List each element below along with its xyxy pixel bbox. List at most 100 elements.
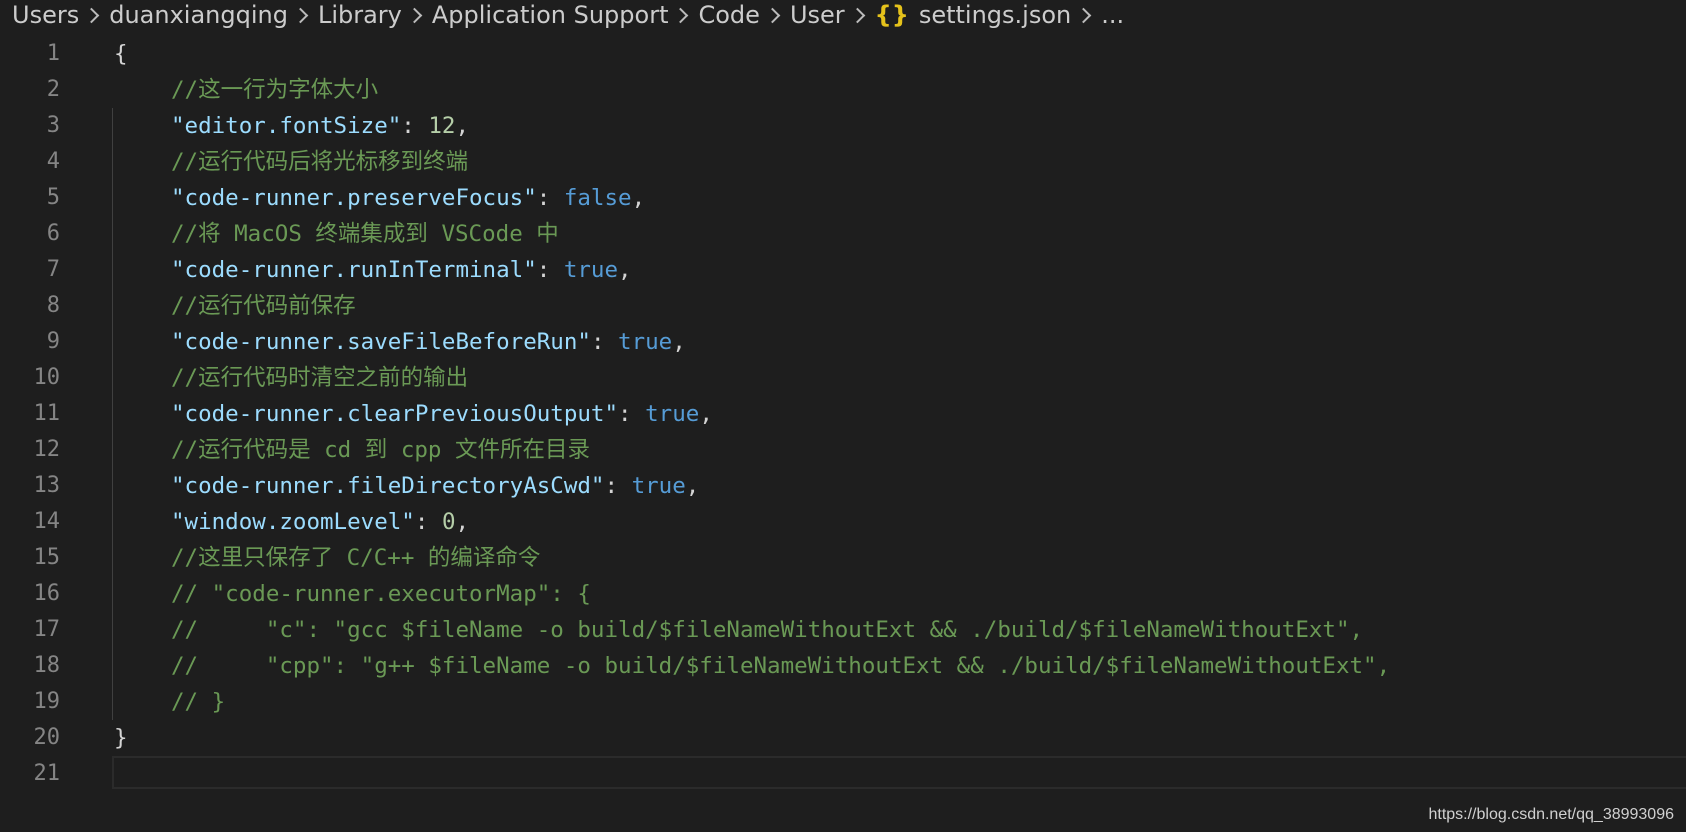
line-number: 4 xyxy=(46,149,60,174)
code-line[interactable]: 4 //运行代码后将光标移到终端 xyxy=(0,144,1686,180)
breadcrumb-item-settings-json[interactable]: settings.json xyxy=(919,1,1071,29)
line-content: // } xyxy=(171,684,225,720)
code-comment: //运行代码后将光标移到终端 xyxy=(171,149,469,175)
line-number: 17 xyxy=(33,617,61,642)
json-colon: : xyxy=(618,401,646,427)
code-line[interactable]: 11 "code-runner.clearPreviousOutput": tru… xyxy=(0,396,1686,432)
code-comment: //这里只保存了 C/C++ 的编译命令 xyxy=(171,545,541,571)
breadcrumb-item-code[interactable]: Code xyxy=(698,1,759,29)
breadcrumb-item-application-support[interactable]: Application Support xyxy=(432,1,669,29)
line-number: 10 xyxy=(33,365,61,390)
code-line[interactable]: 21 xyxy=(0,756,1686,792)
line-number: 19 xyxy=(33,689,61,714)
code-line[interactable]: 2 //这一行为字体大小 xyxy=(0,72,1686,108)
chevron-right-icon xyxy=(760,0,790,30)
json-key: "code-runner.saveFileBeforeRun" xyxy=(171,329,591,355)
watermark-url: https://blog.csdn.net/qq_38993096 xyxy=(1428,806,1674,823)
line-number: 16 xyxy=(33,581,61,606)
line-number: 15 xyxy=(33,545,61,570)
line-number: 9 xyxy=(46,329,60,354)
chevron-right-icon xyxy=(668,0,698,30)
line-number: 8 xyxy=(46,293,60,318)
json-colon: : xyxy=(414,509,442,535)
chevron-right-icon xyxy=(288,0,318,30)
json-colon: : xyxy=(536,257,564,283)
code-line[interactable]: 13 "code-runner.fileDirectoryAsCwd": true… xyxy=(0,468,1686,504)
json-value: true xyxy=(563,257,619,283)
line-content: "code-runner.saveFileBeforeRun": true, xyxy=(171,324,686,360)
breadcrumb-item-users[interactable]: Users xyxy=(12,1,79,29)
json-key: "code-runner.fileDirectoryAsCwd" xyxy=(171,473,605,499)
line-number: 7 xyxy=(46,257,60,282)
breadcrumb-item-user[interactable]: User xyxy=(790,1,845,29)
json-comma: , xyxy=(672,329,686,355)
line-number: 18 xyxy=(33,653,61,678)
json-colon: : xyxy=(604,473,632,499)
code-line[interactable]: 19 // } xyxy=(0,684,1686,720)
json-colon: : xyxy=(401,113,429,139)
json-brace: } xyxy=(114,725,128,751)
line-content: //运行代码是 cd 到 cpp 文件所在目录 xyxy=(171,432,590,468)
chevron-right-icon xyxy=(845,0,875,30)
code-line[interactable]: 5 "code-runner.preserveFocus": false, xyxy=(0,180,1686,216)
json-colon: : xyxy=(536,185,564,211)
code-line[interactable]: 18 // "cpp": "g++ $fileName -o build/$fil… xyxy=(0,648,1686,684)
json-key: "code-runner.runInTerminal" xyxy=(171,257,537,283)
code-line[interactable]: 9 "code-runner.saveFileBeforeRun": true, xyxy=(0,324,1686,360)
json-value: true xyxy=(645,401,700,427)
chevron-right-icon xyxy=(79,0,109,30)
json-key: "code-runner.clearPreviousOutput" xyxy=(171,401,619,427)
json-key: "code-runner.preserveFocus" xyxy=(171,185,537,211)
json-colon: : xyxy=(590,329,619,355)
code-comment: //将 MacOS 终端集成到 VSCode 中 xyxy=(171,221,559,247)
code-line[interactable]: 7 "code-runner.runInTerminal": true, xyxy=(0,252,1686,288)
line-content: //这一行为字体大小 xyxy=(171,72,378,108)
json-brace: { xyxy=(114,41,128,67)
line-content: // "cpp": "g++ $fileName -o build/$fileN… xyxy=(171,648,1390,684)
code-line[interactable]: 10 //运行代码时清空之前的输出 xyxy=(0,360,1686,396)
code-comment: //运行代码前保存 xyxy=(171,293,356,319)
json-value: false xyxy=(563,185,632,211)
code-line[interactable]: 1{ xyxy=(0,36,1686,72)
code-line[interactable]: 6 //将 MacOS 终端集成到 VSCode 中 xyxy=(0,216,1686,252)
code-line[interactable]: 14 "window.zoomLevel": 0, xyxy=(0,504,1686,540)
json-key: "editor.fontSize" xyxy=(171,113,402,139)
line-number: 13 xyxy=(33,473,61,498)
breadcrumb-item-library[interactable]: Library xyxy=(318,1,402,29)
code-comment: // "cpp": "g++ $fileName -o build/$fileN… xyxy=(171,653,1391,679)
line-number: 21 xyxy=(33,761,61,786)
code-comment: //这一行为字体大小 xyxy=(171,77,379,103)
line-number: 5 xyxy=(46,185,60,210)
code-line[interactable]: 12 //运行代码是 cd 到 cpp 文件所在目录 xyxy=(0,432,1686,468)
json-comma: , xyxy=(631,185,646,211)
code-line[interactable]: 3 "editor.fontSize": 12, xyxy=(0,108,1686,144)
line-content: "window.zoomLevel": 0, xyxy=(171,504,469,540)
line-content: "code-runner.preserveFocus": false, xyxy=(171,180,645,216)
breadcrumb-item-user-home[interactable]: duanxiangqing xyxy=(109,1,288,29)
json-value: true xyxy=(618,329,673,355)
line-number: 14 xyxy=(33,509,61,534)
breadcrumb-ellipsis[interactable]: ... xyxy=(1101,1,1124,29)
line-number: 2 xyxy=(46,77,60,102)
json-comma: , xyxy=(699,401,713,427)
json-file-icon: {} xyxy=(874,1,909,29)
code-line[interactable]: 8 //运行代码前保存 xyxy=(0,288,1686,324)
line-number: 1 xyxy=(46,41,60,66)
line-content: { xyxy=(114,36,128,72)
chevron-right-icon xyxy=(402,0,432,30)
line-content: //这里只保存了 C/C++ 的编译命令 xyxy=(171,540,540,576)
line-number: 12 xyxy=(33,437,61,462)
json-value: 12 xyxy=(428,113,456,139)
code-line[interactable]: 16 // "code-runner.executorMap": { xyxy=(0,576,1686,612)
json-comma: , xyxy=(455,113,470,139)
code-line[interactable]: 15 //这里只保存了 C/C++ 的编译命令 xyxy=(0,540,1686,576)
code-line[interactable]: 20} xyxy=(0,720,1686,756)
chevron-right-icon xyxy=(1071,0,1101,30)
line-content: //将 MacOS 终端集成到 VSCode 中 xyxy=(171,216,559,252)
code-comment: // "c": "gcc $fileName -o build/$fileNam… xyxy=(171,617,1364,643)
json-comma: , xyxy=(455,509,470,535)
line-content: "editor.fontSize": 12, xyxy=(171,108,469,144)
json-value: 0 xyxy=(441,509,456,535)
code-line[interactable]: 17 // "c": "gcc $fileName -o build/$fileN… xyxy=(0,612,1686,648)
line-content: //运行代码前保存 xyxy=(171,288,356,324)
